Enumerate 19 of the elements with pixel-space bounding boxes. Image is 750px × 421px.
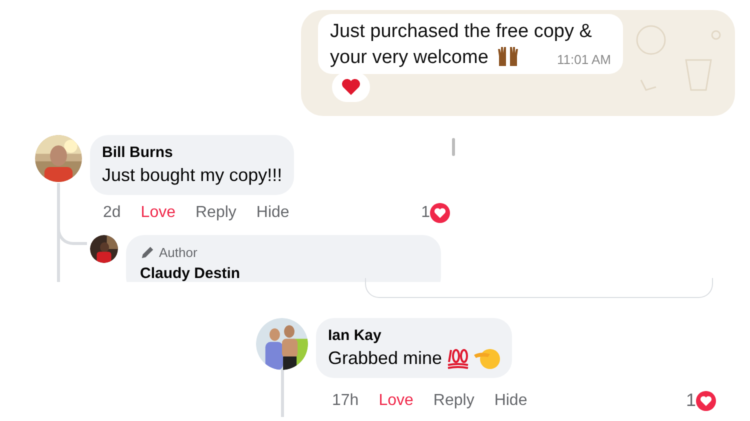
comment-time: 17h [332,390,359,410]
commenter-name[interactable]: Claudy Destin [140,262,427,282]
reaction-count: 1 [686,389,696,412]
comment-text: Just bought my copy!!! [102,164,282,187]
comment-action-link[interactable]: Reply [196,201,236,225]
comment-action-link[interactable]: Love [140,201,176,225]
message-text: Just purchased the free copy & [330,20,592,44]
comment-action-link[interactable]: Hide [256,201,290,225]
comment-action-link[interactable]: Reply [433,388,474,412]
comment-action-link[interactable]: Love [378,388,414,412]
message-time: 11:01 AM [557,51,611,69]
reaction-count: 1 [421,203,430,223]
comment-text: Grabbed mine [328,347,442,370]
message-text: your very welcome [330,46,488,70]
comment-action-link[interactable]: Hide [494,388,528,412]
comment-time: 2d [103,203,121,223]
commenter-name[interactable]: Bill Burns [102,143,282,163]
author-label: Author [159,244,198,262]
commenter-name[interactable]: Ian Kay [328,326,500,346]
